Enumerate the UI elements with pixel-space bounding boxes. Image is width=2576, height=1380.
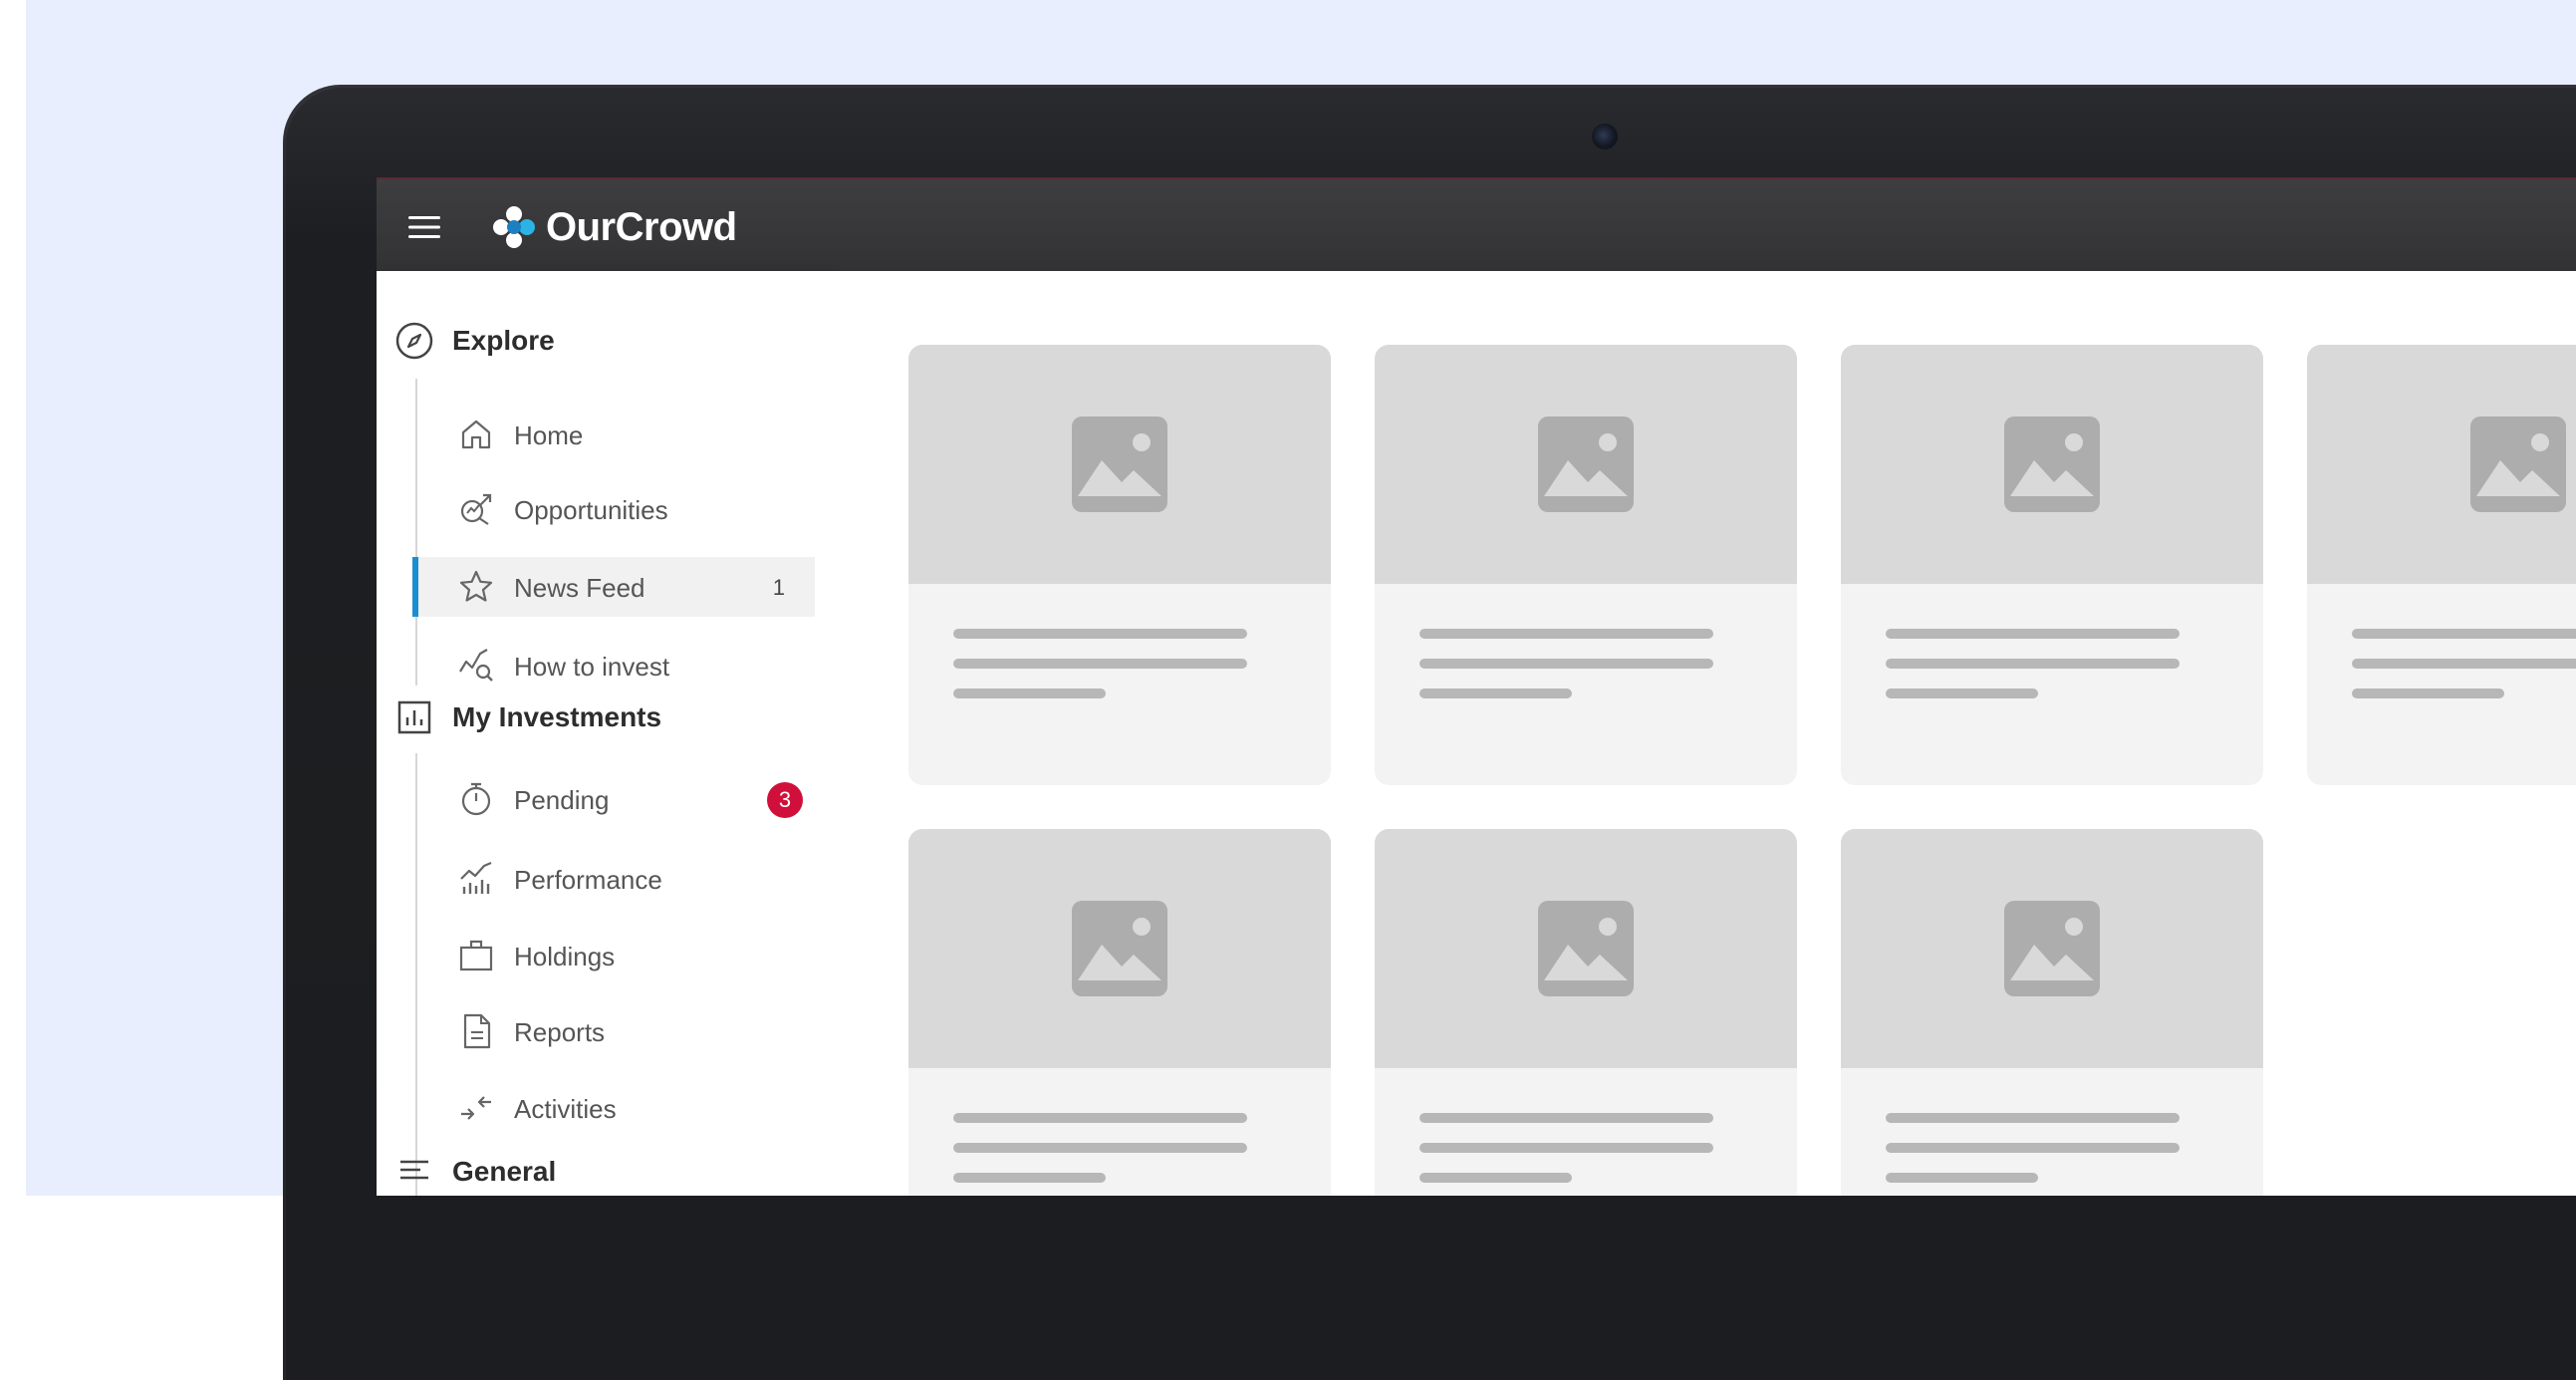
skeleton-line bbox=[2352, 629, 2576, 639]
card-image bbox=[908, 345, 1331, 584]
sidebar-item-label: Opportunities bbox=[514, 495, 668, 525]
placeholder-card[interactable] bbox=[1841, 345, 2263, 785]
image-placeholder-icon bbox=[2470, 416, 2566, 512]
card-image bbox=[2307, 345, 2576, 584]
placeholder-card[interactable] bbox=[1375, 829, 1797, 1196]
skeleton-line bbox=[1419, 689, 1572, 698]
skeleton-line bbox=[1886, 659, 2180, 669]
image-placeholder-icon bbox=[2004, 901, 2100, 996]
skeleton-line bbox=[1886, 1113, 2180, 1123]
opportunities-icon bbox=[460, 493, 492, 525]
performance-icon bbox=[460, 861, 492, 894]
list-icon bbox=[400, 1160, 428, 1180]
sidebar-item-opportunities[interactable]: Opportunities bbox=[418, 479, 815, 539]
webcam-icon bbox=[1592, 124, 1618, 149]
briefcase-icon bbox=[459, 940, 493, 971]
card-image bbox=[1841, 345, 2263, 584]
main-content bbox=[835, 271, 2576, 1196]
sidebar-item-label: News Feed bbox=[514, 573, 645, 603]
section-label: Explore bbox=[452, 325, 555, 356]
card-image bbox=[1375, 345, 1797, 584]
skeleton-line bbox=[953, 659, 1247, 669]
sidebar-item-label: Reports bbox=[514, 1017, 606, 1047]
section-general[interactable]: General bbox=[394, 1150, 556, 1194]
nav-guide-line bbox=[415, 753, 417, 1196]
sidebar-item-label: Activities bbox=[514, 1094, 617, 1124]
skeleton-line bbox=[1419, 1113, 1713, 1123]
hamburger-menu-icon[interactable] bbox=[406, 213, 442, 241]
section-label: My Investments bbox=[452, 701, 662, 732]
pending-badge: 3 bbox=[767, 782, 803, 818]
sidebar-item-label: Pending bbox=[514, 785, 610, 815]
placeholder-card[interactable] bbox=[1841, 829, 2263, 1196]
skeleton-line bbox=[953, 689, 1106, 698]
sidebar-item-performance[interactable]: Performance bbox=[418, 849, 815, 909]
chart-search-icon bbox=[459, 649, 493, 682]
card-image bbox=[1375, 829, 1797, 1068]
app-screen: OurCrowd Explore Home Opportunities News… bbox=[377, 177, 2576, 1196]
sidebar: Explore Home Opportunities News Feed 1 H… bbox=[377, 271, 835, 1196]
home-icon bbox=[461, 419, 491, 449]
skeleton-line bbox=[1886, 689, 2038, 698]
skeleton-line bbox=[1886, 629, 2180, 639]
skeleton-line bbox=[1419, 1173, 1572, 1183]
skeleton-line bbox=[953, 1173, 1106, 1183]
sidebar-item-news-feed[interactable]: News Feed 1 bbox=[412, 557, 815, 617]
image-placeholder-icon bbox=[1072, 416, 1167, 512]
ourcrowd-logo[interactable]: OurCrowd bbox=[492, 205, 737, 249]
brand-name: OurCrowd bbox=[546, 204, 737, 249]
section-label: General bbox=[452, 1156, 557, 1187]
sidebar-item-home[interactable]: Home bbox=[418, 405, 815, 464]
image-placeholder-icon bbox=[1538, 901, 1634, 996]
news-feed-count: 1 bbox=[772, 575, 785, 600]
sidebar-item-label: How to invest bbox=[514, 652, 670, 682]
section-my-investments-main[interactable]: My Investments bbox=[394, 695, 661, 739]
sidebar-item-label: Home bbox=[514, 420, 584, 450]
image-placeholder-icon bbox=[1072, 901, 1167, 996]
nav-guide-line bbox=[415, 379, 417, 686]
sidebar-item-how-to-invest[interactable]: How to invest bbox=[418, 636, 815, 695]
placeholder-card[interactable] bbox=[908, 829, 1331, 1196]
sidebar-item-label: Holdings bbox=[514, 942, 616, 971]
skeleton-line bbox=[2352, 689, 2504, 698]
sidebar-item-holdings[interactable]: Holdings bbox=[418, 926, 815, 985]
placeholder-card[interactable] bbox=[2307, 345, 2576, 785]
skeleton-line bbox=[953, 1113, 1247, 1123]
stopwatch-icon bbox=[461, 782, 491, 816]
document-icon bbox=[463, 1013, 491, 1049]
image-placeholder-icon bbox=[1538, 416, 1634, 512]
bar-chart-icon bbox=[397, 700, 431, 734]
ourcrowd-logo-icon bbox=[493, 206, 535, 248]
skeleton-line bbox=[1886, 1173, 2038, 1183]
skeleton-line bbox=[2352, 659, 2576, 669]
star-icon bbox=[459, 570, 493, 602]
compass-icon bbox=[395, 322, 433, 360]
skeleton-line bbox=[1419, 629, 1713, 639]
sidebar-item-label: Performance bbox=[514, 865, 662, 895]
skeleton-line bbox=[953, 629, 1247, 639]
placeholder-card[interactable] bbox=[908, 345, 1331, 785]
top-bar: OurCrowd bbox=[377, 177, 2576, 273]
section-explore[interactable]: Explore bbox=[394, 319, 555, 363]
placeholder-card[interactable] bbox=[1375, 345, 1797, 785]
image-placeholder-icon bbox=[2004, 416, 2100, 512]
sidebar-item-pending[interactable]: Pending 3 bbox=[418, 769, 815, 829]
card-image bbox=[1841, 829, 2263, 1068]
arrows-icon bbox=[461, 1096, 491, 1120]
skeleton-line bbox=[1419, 1143, 1713, 1153]
sidebar-item-activities[interactable]: Activities bbox=[418, 1078, 815, 1138]
sidebar-item-reports[interactable]: Reports bbox=[418, 1001, 815, 1061]
skeleton-line bbox=[1419, 659, 1713, 669]
skeleton-line bbox=[953, 1143, 1247, 1153]
skeleton-line bbox=[1886, 1143, 2180, 1153]
card-image bbox=[908, 829, 1331, 1068]
